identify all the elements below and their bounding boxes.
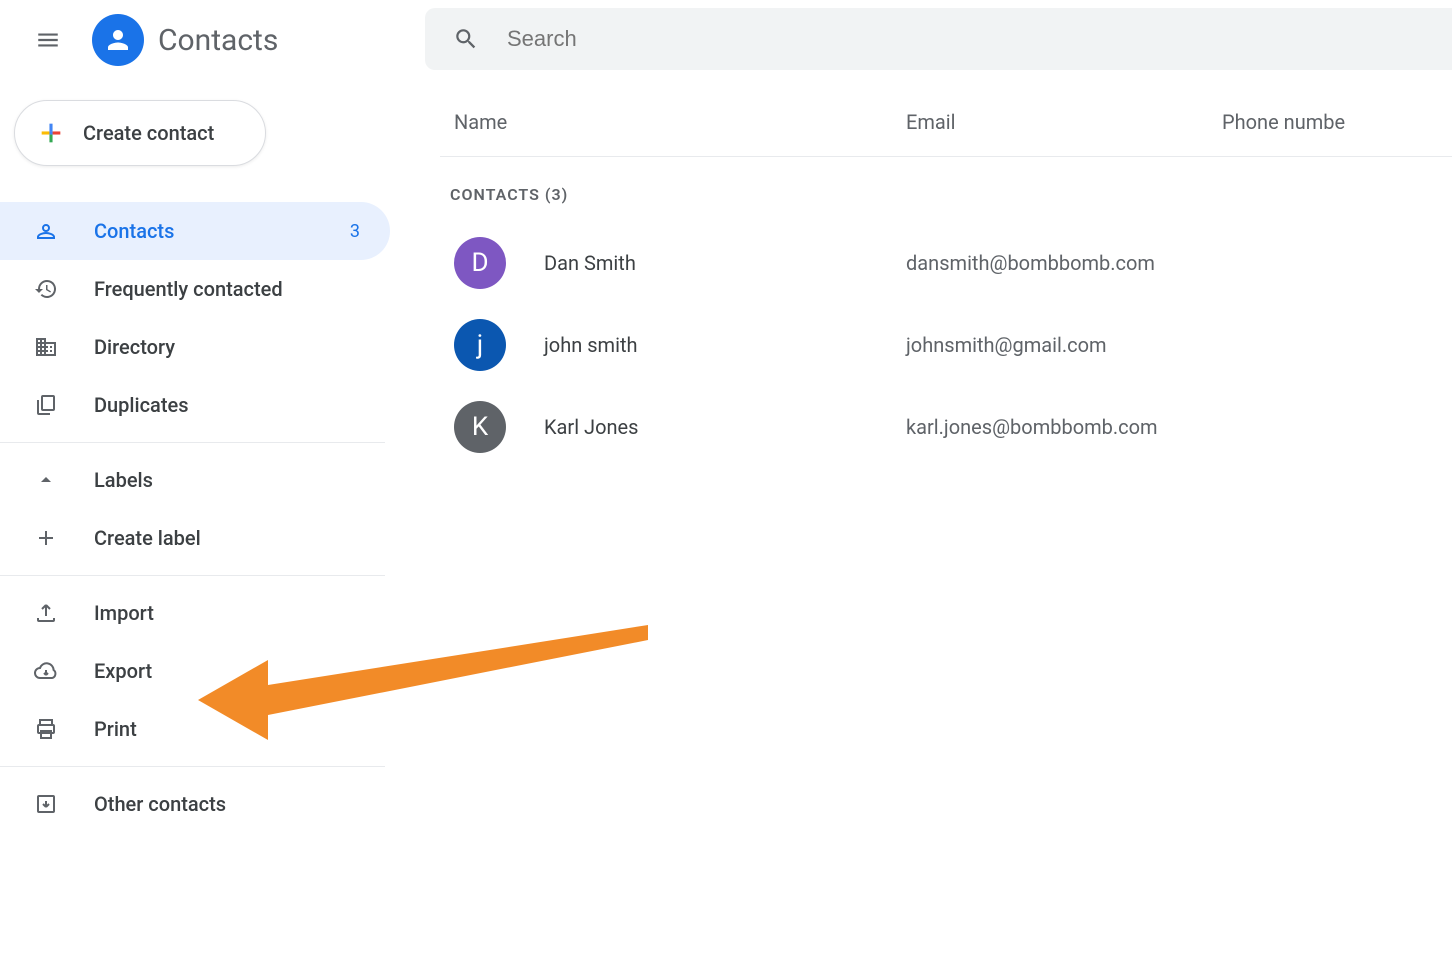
contact-name: Karl Jones: [544, 415, 906, 439]
column-header-name: Name: [454, 110, 906, 134]
sidebar-item-other-contacts[interactable]: Other contacts: [0, 775, 390, 833]
sidebar-action-import[interactable]: Import: [0, 584, 390, 642]
main-content: Name Email Phone numbe CONTACTS (3) D Da…: [440, 100, 1452, 468]
plus-icon: [37, 119, 65, 147]
hamburger-icon: [35, 27, 61, 53]
archive-icon: [34, 792, 58, 816]
divider: [0, 575, 385, 576]
create-contact-label: Create contact: [83, 121, 214, 145]
history-icon: [34, 277, 58, 301]
sidebar-item-frequently-contacted[interactable]: Frequently contacted: [0, 260, 390, 318]
sidebar-item-directory[interactable]: Directory: [0, 318, 390, 376]
create-label-button[interactable]: Create label: [0, 509, 390, 567]
sidebar-item-contacts[interactable]: Contacts 3: [0, 202, 390, 260]
table-header-row: Name Email Phone numbe: [440, 100, 1452, 157]
sidebar-item-label: Directory: [94, 335, 360, 359]
sidebar-action-export[interactable]: Export: [0, 642, 390, 700]
cloud-download-icon: [34, 659, 58, 683]
contact-row[interactable]: j john smith johnsmith@gmail.com: [440, 304, 1452, 386]
print-icon: [34, 717, 58, 741]
divider: [0, 766, 385, 767]
search-bar[interactable]: [425, 8, 1452, 70]
domain-icon: [34, 335, 58, 359]
person-icon: [103, 25, 133, 55]
labels-header-label: Labels: [94, 468, 360, 492]
search-input[interactable]: [507, 26, 1452, 52]
create-contact-button[interactable]: Create contact: [14, 100, 266, 166]
avatar: K: [454, 401, 506, 453]
contact-email: dansmith@bombbomb.com: [906, 251, 1155, 275]
upload-icon: [34, 601, 58, 625]
nav-list: Contacts 3 Frequently contacted Director…: [0, 202, 390, 434]
contact-row[interactable]: D Dan Smith dansmith@bombbomb.com: [440, 222, 1452, 304]
sidebar-item-count: 3: [350, 221, 360, 242]
divider: [0, 442, 385, 443]
chevron-up-icon: [34, 468, 58, 492]
avatar: j: [454, 319, 506, 371]
sidebar-item-label: Other contacts: [94, 792, 360, 816]
contact-row[interactable]: K Karl Jones karl.jones@bombbomb.com: [440, 386, 1452, 468]
sidebar-item-label: Duplicates: [94, 393, 360, 417]
contact-name: Dan Smith: [544, 251, 906, 275]
column-header-email: Email: [906, 110, 1222, 134]
sidebar-action-label: Import: [94, 601, 360, 625]
labels-toggle[interactable]: Labels: [0, 451, 390, 509]
hamburger-menu-button[interactable]: [24, 16, 72, 64]
plus-small-icon: [34, 526, 58, 550]
section-label: CONTACTS (3): [450, 185, 1452, 204]
sidebar-item-label: Frequently contacted: [94, 277, 360, 301]
sidebar-action-print[interactable]: Print: [0, 700, 390, 758]
column-header-phone: Phone numbe: [1222, 110, 1345, 134]
copy-icon: [34, 393, 58, 417]
contact-email: karl.jones@bombbomb.com: [906, 415, 1158, 439]
sidebar-item-label: Contacts: [94, 219, 350, 243]
contact-name: john smith: [544, 333, 906, 357]
avatar: D: [454, 237, 506, 289]
sidebar: Create contact Contacts 3 Frequently con…: [0, 100, 390, 833]
app-title: Contacts: [158, 23, 278, 58]
contacts-logo: [92, 14, 144, 66]
contact-email: johnsmith@gmail.com: [906, 333, 1107, 357]
search-icon: [453, 26, 479, 52]
sidebar-item-duplicates[interactable]: Duplicates: [0, 376, 390, 434]
sidebar-action-label: Export: [94, 659, 360, 683]
sidebar-action-label: Print: [94, 717, 360, 741]
create-label-label: Create label: [94, 526, 360, 550]
person-outline-icon: [34, 219, 58, 243]
